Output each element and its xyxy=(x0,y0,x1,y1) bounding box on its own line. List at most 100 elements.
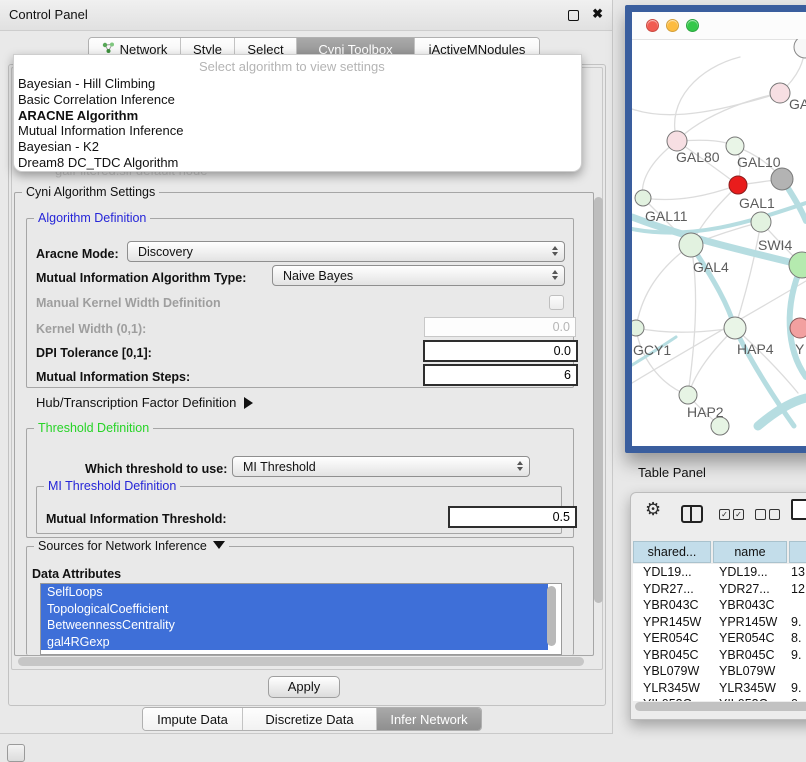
tab-infer-network[interactable]: Infer Network xyxy=(377,708,481,730)
table-row[interactable]: YER054CYER054C8. xyxy=(633,630,806,647)
collapsed-panel-icon[interactable] xyxy=(7,744,25,762)
settings-horizontal-scrollbar[interactable] xyxy=(18,657,584,666)
mi-threshold-title: MI Threshold Definition xyxy=(44,479,180,493)
network-window-titlebar xyxy=(632,12,806,40)
table-row[interactable]: YIL053CYIL053C0. xyxy=(633,696,806,701)
column-header[interactable]: name xyxy=(713,541,787,563)
table-row[interactable]: YDR27...YDR27...12 xyxy=(633,581,806,598)
apply-button[interactable]: Apply xyxy=(268,676,340,698)
table-cell: YBR045C xyxy=(633,647,711,664)
network-edge xyxy=(632,281,806,383)
table-cell: 13 xyxy=(785,564,806,581)
network-node[interactable] xyxy=(790,318,806,338)
dropdown-option[interactable]: Mutual Information Inference xyxy=(14,123,581,139)
algorithm-combo-placeholder: Select algorithm to view settings xyxy=(199,59,385,74)
manual-kernel-checkbox[interactable] xyxy=(549,295,564,310)
aracne-mode-select[interactable]: Discovery xyxy=(127,241,565,262)
network-node[interactable] xyxy=(679,386,697,404)
close-window-icon[interactable] xyxy=(646,19,659,32)
minimize-window-icon[interactable] xyxy=(666,19,679,32)
table-cell xyxy=(785,663,806,680)
select-all-icon[interactable]: ✓✓ xyxy=(719,509,744,520)
tab-label: Impute Data xyxy=(157,712,228,727)
network-node[interactable] xyxy=(667,131,687,151)
table-cell: YDL19... xyxy=(633,564,711,581)
column-layout-icon[interactable] xyxy=(681,505,703,523)
mi-steps-input[interactable] xyxy=(423,364,578,386)
column-header[interactable] xyxy=(789,541,806,563)
close-panel-icon[interactable]: ✖ xyxy=(592,6,603,22)
settings-vertical-scrollbar[interactable] xyxy=(594,197,603,603)
control-panel-window: Control Panel ✖ NetworkStyleSelectCyni T… xyxy=(0,0,613,734)
table-row[interactable]: YBR043CYBR043C xyxy=(633,597,806,614)
table-row[interactable]: YPR145WYPR145W9. xyxy=(633,614,806,631)
network-node[interactable] xyxy=(679,233,703,257)
dropdown-option[interactable]: ARACNE Algorithm xyxy=(14,108,581,124)
sources-title-label: Sources for Network Inference xyxy=(38,539,207,553)
network-node[interactable] xyxy=(729,176,747,194)
dpi-tolerance-input[interactable] xyxy=(423,340,578,362)
node-label: Y xyxy=(795,341,805,357)
table-cell: YDL19... xyxy=(711,564,785,581)
attribute-item[interactable]: BetweennessCentrality xyxy=(41,617,548,634)
mi-algorithm-type-select[interactable]: Naive Bayes xyxy=(272,265,565,286)
table-row[interactable]: YLR345WYLR345W9. xyxy=(633,680,806,697)
hub-definition-label: Hub/Transcription Factor Definition xyxy=(36,395,236,410)
network-view-window[interactable]: GALGAL80GAL10GAL1GAL11GAL4SWI4GCY1HAP4YH… xyxy=(625,5,806,453)
dropdown-option[interactable]: Basic Correlation Inference xyxy=(14,92,581,108)
table-row[interactable]: YDL19...YDL19...13 xyxy=(633,564,806,581)
network-canvas[interactable]: GALGAL80GAL10GAL1GAL11GAL4SWI4GCY1HAP4YH… xyxy=(632,39,806,446)
table-cell: 12 xyxy=(785,581,806,598)
export-table-icon[interactable] xyxy=(791,499,806,520)
table-row[interactable]: YBR045CYBR045C9. xyxy=(633,647,806,664)
dpi-tolerance-label: DPI Tolerance [0,1]: xyxy=(36,346,152,360)
stepper-arrows-icon xyxy=(552,246,558,256)
tab-impute-data[interactable]: Impute Data xyxy=(143,708,243,730)
table-row[interactable]: YBL079WYBL079W xyxy=(633,663,806,680)
data-attributes-list[interactable]: SelfLoopsTopologicalCoefficientBetweenne… xyxy=(40,583,562,655)
which-threshold-select[interactable]: MI Threshold xyxy=(232,456,530,477)
kernel-width-label: Kernel Width (0,1): xyxy=(36,322,146,336)
network-edge xyxy=(691,245,735,328)
network-node[interactable] xyxy=(726,137,744,155)
settings-gear-icon[interactable]: ⚙ xyxy=(645,499,661,520)
mi-steps-label: Mutual Information Steps: xyxy=(36,370,190,384)
cyni-settings-title: Cyni Algorithm Settings xyxy=(22,185,159,199)
network-node[interactable] xyxy=(751,212,771,232)
threshold-definition-title: Threshold Definition xyxy=(34,421,153,435)
kernel-width-input[interactable] xyxy=(424,317,576,337)
table-horizontal-scrollbar[interactable] xyxy=(635,702,806,711)
zoom-window-icon[interactable] xyxy=(686,19,699,32)
node-label: SWI4 xyxy=(758,237,792,253)
network-node[interactable] xyxy=(789,252,806,278)
dropdown-option[interactable]: Bayesian - Hill Climbing xyxy=(14,76,581,92)
network-node[interactable] xyxy=(724,317,746,339)
attribute-item[interactable]: gal4RGexp xyxy=(41,634,548,651)
network-node[interactable] xyxy=(632,320,644,336)
stepper-arrows-icon xyxy=(517,461,523,471)
mi-threshold-input[interactable] xyxy=(448,506,577,528)
deselect-all-icon[interactable] xyxy=(755,509,780,520)
hub-definition-toggle[interactable]: Hub/Transcription Factor Definition xyxy=(36,395,253,410)
attribute-item[interactable]: SelfLoops xyxy=(41,584,548,601)
network-node[interactable] xyxy=(794,39,806,58)
table-cell: 0. xyxy=(785,696,806,701)
sources-title[interactable]: Sources for Network Inference xyxy=(34,539,229,553)
attribute-list-scrollbar[interactable] xyxy=(547,586,556,646)
mi-algorithm-type-value: Naive Bayes xyxy=(283,269,353,283)
node-label: GAL10 xyxy=(737,154,781,170)
node-label: GAL80 xyxy=(676,149,720,165)
column-header[interactable]: shared... xyxy=(633,541,711,563)
which-threshold-label: Which threshold to use: xyxy=(85,462,227,476)
tab-discretize-data[interactable]: Discretize Data xyxy=(243,708,377,730)
algorithm-definition-title: Algorithm Definition xyxy=(34,211,150,225)
network-node[interactable] xyxy=(770,83,790,103)
node-label: GAL4 xyxy=(693,259,729,275)
dropdown-option[interactable]: Bayesian - K2 xyxy=(14,139,581,155)
network-node[interactable] xyxy=(771,168,793,190)
float-panel-icon[interactable] xyxy=(568,10,579,21)
attribute-item[interactable]: TopologicalCoefficient xyxy=(41,601,548,618)
table-header-row: shared...name xyxy=(633,541,806,563)
dropdown-option[interactable]: Dream8 DC_TDC Algorithm xyxy=(14,155,581,171)
network-node[interactable] xyxy=(635,190,651,206)
